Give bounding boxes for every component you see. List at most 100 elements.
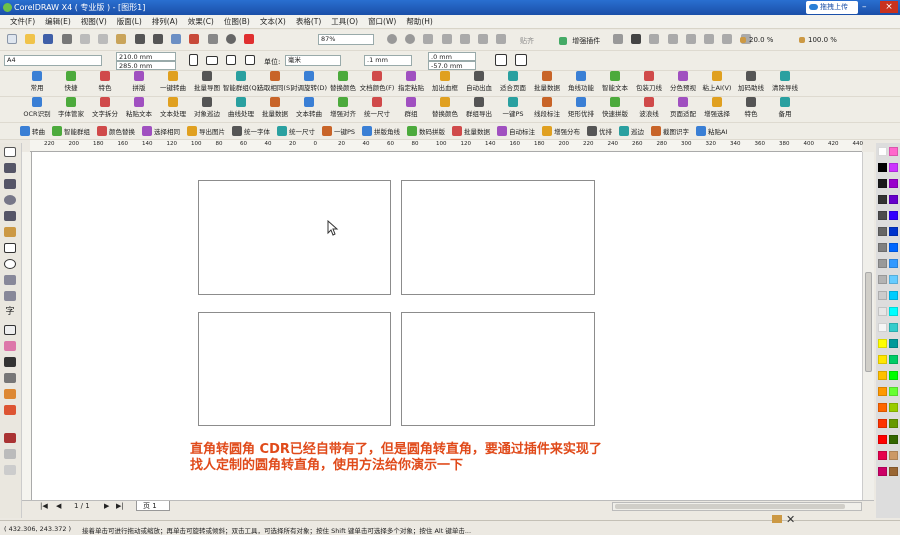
- palette-swatch[interactable]: [878, 467, 887, 476]
- plugin-row2-button-19[interactable]: 页面适配: [666, 97, 700, 118]
- palette-swatch[interactable]: [878, 163, 887, 172]
- plugin-row1-button-10[interactable]: 文档颜色(F): [360, 71, 394, 92]
- all-pages-icon[interactable]: [226, 55, 237, 65]
- palette-swatch[interactable]: [878, 355, 887, 364]
- plugin-row2-button-20[interactable]: 增强选择: [700, 97, 734, 118]
- rectangle-tool-icon[interactable]: [4, 243, 16, 253]
- palette-swatch[interactable]: [889, 307, 898, 316]
- plugin-row3-button-15[interactable]: 截图识字: [651, 126, 689, 136]
- menu-item-10[interactable]: 窗口(W): [368, 15, 396, 29]
- palette-swatch[interactable]: [878, 323, 887, 332]
- zoom-height-icon[interactable]: [459, 34, 470, 44]
- cross-icon[interactable]: [704, 34, 715, 44]
- page-last-button[interactable]: ▶|: [116, 502, 124, 510]
- plugin-row2-button-21[interactable]: 特色: [734, 97, 768, 118]
- plugin-row1-button-12[interactable]: 加出血框: [428, 71, 462, 92]
- plugin-row2-button-3[interactable]: 粘贴文本: [122, 97, 156, 118]
- plugin-row3-button-8[interactable]: 拼版角线: [362, 126, 400, 136]
- plugin-row3-button-10[interactable]: 批量数据: [452, 126, 490, 136]
- zoom-out-icon[interactable]: [405, 34, 416, 44]
- zoom-tool-icon[interactable]: [4, 195, 16, 205]
- transform-icon[interactable]: [722, 34, 733, 44]
- plugin-row3-button-0[interactable]: 转曲: [20, 126, 45, 136]
- paste-icon[interactable]: [116, 34, 127, 44]
- landscape-icon[interactable]: [206, 55, 219, 65]
- palette-swatch[interactable]: [878, 435, 887, 444]
- plugin-row1-button-16[interactable]: 角线功能: [564, 71, 598, 92]
- save-icon[interactable]: [43, 34, 54, 44]
- dup-x-field[interactable]: .0 mm: [428, 52, 476, 61]
- interactive-tool-icon[interactable]: [4, 341, 16, 351]
- palette-swatch[interactable]: [878, 147, 887, 156]
- zoom-in-icon[interactable]: [387, 34, 397, 44]
- palette-swatch[interactable]: [889, 147, 898, 156]
- plugin-row1-button-17[interactable]: 智能文本: [598, 71, 632, 92]
- plugin-row1-button-1[interactable]: 快捷: [54, 71, 88, 92]
- palette-swatch[interactable]: [889, 195, 898, 204]
- layout-2-icon[interactable]: [515, 54, 528, 66]
- plugin-row2-button-10[interactable]: 统一尺寸: [360, 97, 394, 118]
- palette-swatch[interactable]: [878, 339, 887, 348]
- plugin-row2-button-11[interactable]: 群组: [394, 97, 428, 118]
- menu-item-8[interactable]: 表格(T): [296, 15, 321, 29]
- app-launcher-icon[interactable]: [207, 34, 218, 44]
- smart-fill-icon[interactable]: [4, 227, 16, 237]
- plugin-row1-button-20[interactable]: 粘上AI(V): [700, 71, 734, 92]
- horizontal-ruler[interactable]: 220 200 180 160 140 120 100 80 60 40 20 0 20 40 60 80 10…: [30, 140, 863, 152]
- palette-swatch[interactable]: [878, 371, 887, 380]
- zoom-all-icon[interactable]: [478, 34, 489, 44]
- plugin-row2-button-22[interactable]: 备用: [768, 97, 802, 118]
- plugin-row2-button-5[interactable]: 对象巡边: [190, 97, 224, 118]
- snap-to-label[interactable]: 贴齐: [520, 36, 534, 46]
- plugin-row1-button-4[interactable]: 一键转曲: [156, 71, 190, 92]
- grid-icon[interactable]: [649, 34, 660, 44]
- palette-swatch[interactable]: [878, 195, 887, 204]
- current-page-icon[interactable]: [244, 55, 255, 65]
- portrait-icon[interactable]: [189, 54, 198, 66]
- page-tab[interactable]: 页 1: [136, 501, 170, 511]
- ellipse-tool-icon[interactable]: [4, 259, 16, 269]
- menu-item-5[interactable]: 效果(C): [188, 15, 214, 29]
- plugin-row3-button-9[interactable]: 数码拼版: [407, 126, 445, 136]
- plugin-row1-button-0[interactable]: 常用: [20, 71, 54, 92]
- fill-tool-icon[interactable]: [4, 389, 16, 399]
- dtp-icon[interactable]: [613, 34, 623, 44]
- close-button[interactable]: ×: [880, 1, 898, 13]
- plugin-row1-button-6[interactable]: 智能群组(Q): [223, 71, 259, 92]
- plugin-row2-button-18[interactable]: 波浪线: [632, 97, 666, 118]
- palette-swatch[interactable]: [878, 419, 887, 428]
- plugin-row2-button-1[interactable]: 字体管家: [54, 97, 88, 118]
- undo-icon[interactable]: [134, 34, 145, 44]
- cloud-upload-button[interactable]: 拖拽上传: [806, 1, 858, 14]
- plugin-row1-button-19[interactable]: 分色预视: [666, 71, 700, 92]
- plugin-row2-button-0[interactable]: OCR识别: [20, 97, 54, 118]
- palette-swatch[interactable]: [878, 243, 887, 252]
- vertical-ruler[interactable]: [22, 152, 32, 500]
- plugin-row2-button-9[interactable]: 增强对齐: [326, 97, 360, 118]
- palette-swatch[interactable]: [878, 227, 887, 236]
- menu-item-4[interactable]: 排列(A): [152, 15, 178, 29]
- import-icon[interactable]: [171, 34, 182, 44]
- plugin-row3-button-3[interactable]: 选择相同: [142, 126, 180, 136]
- plugin-row1-button-21[interactable]: 加码助线: [734, 71, 768, 92]
- menu-item-7[interactable]: 文本(X): [260, 15, 286, 29]
- page-first-button[interactable]: |◀: [40, 502, 48, 510]
- align-icon[interactable]: [685, 34, 696, 44]
- palette-swatch[interactable]: [889, 339, 898, 348]
- palette-swatch[interactable]: [878, 403, 887, 412]
- plugin-row2-button-6[interactable]: 曲线处理: [224, 97, 258, 118]
- plugin-row3-button-1[interactable]: 智能群组: [52, 126, 90, 136]
- open-icon[interactable]: [25, 34, 36, 44]
- extra-tool-icon[interactable]: [4, 465, 16, 475]
- page-prev-button[interactable]: ◀: [56, 502, 61, 510]
- horizontal-scrollbar[interactable]: [612, 502, 862, 511]
- vertical-scroll-thumb[interactable]: [865, 272, 872, 372]
- plugin-row3-button-4[interactable]: 导出图片: [187, 126, 225, 136]
- crop-tool-icon[interactable]: [4, 179, 16, 189]
- settings-icon[interactable]: [225, 34, 236, 44]
- plugin-row2-button-12[interactable]: 替换颜色: [428, 97, 462, 118]
- plugin-row1-button-11[interactable]: 指定粘贴: [394, 71, 428, 92]
- palette-swatch[interactable]: [889, 435, 898, 444]
- pick-tool-icon[interactable]: [4, 147, 16, 157]
- plugin-row3-button-16[interactable]: 粘贴AI: [696, 126, 727, 136]
